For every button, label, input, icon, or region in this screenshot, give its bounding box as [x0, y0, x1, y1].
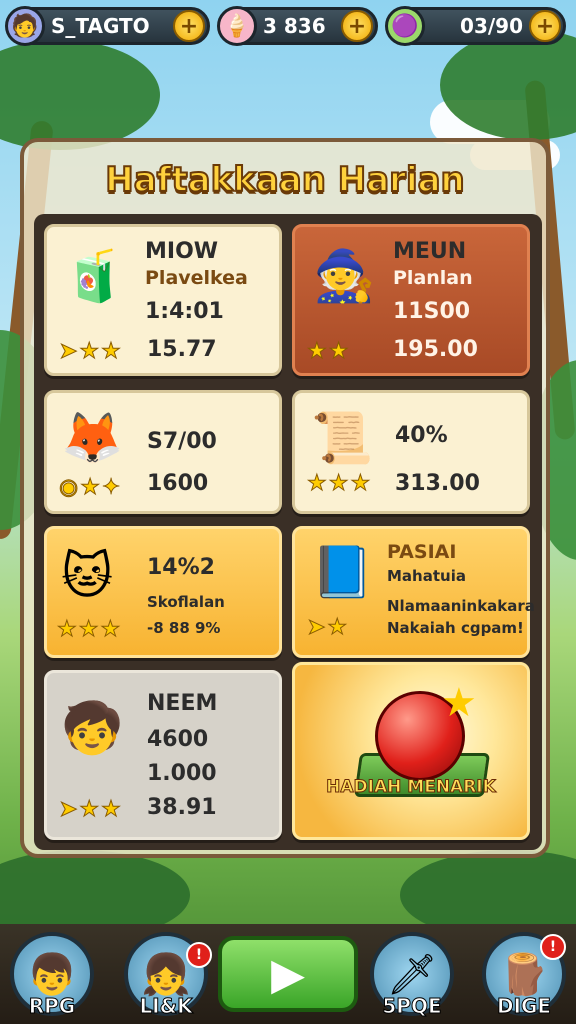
card-subtitle: Mahatuia [387, 567, 466, 585]
stars-rating: ★★★ [56, 617, 123, 643]
card-stat: 38.91 [147, 795, 217, 820]
reward-card-6[interactable]: 📘 PASIAI Mahatuia ➤★ Nlamaaninkakara Nak… [292, 526, 535, 658]
card-value: Nlamaaninkakara [387, 597, 535, 615]
reward-card-5[interactable]: 🐱 14%2 Skoflalan ★★★ -8 88 9% [44, 526, 282, 658]
reward-card-1[interactable]: 🧃 MIOW Plavelkea 1:4:01 ➤★★ 15.77 [44, 224, 282, 376]
cat-pet-icon: 🐱 [61, 547, 114, 605]
gem-jar-icon: 🟣 [385, 6, 425, 46]
card-title: 14%2 [147, 555, 215, 580]
play-button[interactable]: ▶ [218, 936, 358, 1012]
sword-icon: 🗡 [386, 951, 438, 998]
add-button[interactable]: + [173, 10, 205, 42]
currency-panel[interactable]: 🍦 3 836 + [217, 6, 378, 46]
card-subtitle: Plavelkea [145, 267, 248, 289]
ice-cream-icon: 🍦 [217, 6, 257, 46]
reward-card-7[interactable]: 🧒 NEEM 4600 1.000 ➤★★ 38.91 [44, 670, 282, 840]
card-stat: 313.00 [395, 471, 480, 496]
special-reward-card[interactable]: ★ HADIAH MENARIK [292, 662, 530, 840]
card-stat: -8 88 9% [147, 619, 221, 637]
stars-rating: ★★★ [306, 471, 373, 497]
stars-rating: ➤★★ [59, 797, 123, 823]
card-stat: 15.77 [147, 337, 217, 362]
card-title: MIOW [145, 239, 219, 264]
kid-phone-icon: 🧒 [61, 699, 124, 757]
nav-dige-label: DIGE [496, 994, 552, 1019]
player-avatar-icon: 🧑 [5, 6, 45, 46]
stars-rating: ➤★★ [59, 339, 123, 365]
card-stat: 1600 [147, 471, 209, 496]
card-value: 1:4:01 [145, 299, 224, 324]
reward-label: HADIAH MENARIK [326, 777, 497, 798]
wood-log-icon: 🪵 [499, 951, 549, 998]
girl-avatar-icon: 👧 [141, 951, 191, 998]
card-value: S7/00 [147, 429, 217, 454]
currency2-value: 03/90 [460, 14, 523, 38]
star-icon: ★ [441, 680, 477, 726]
reward-card-3[interactable]: 🦊 S7/00 ◉★✦ 1600 [44, 390, 282, 514]
top-bar: 🧑 S_TAGTO + 🍦 3 836 + 🟣 03/90 + [5, 6, 570, 46]
reward-card-2[interactable]: 🧙 MEUN Planlan 11S00 ★★ 195.00 [292, 224, 530, 376]
card-title: PASIAI [387, 541, 457, 563]
boy-avatar-icon: 👦 [27, 951, 77, 998]
nav-rpg-label: RPG [28, 994, 76, 1019]
stars-rating: ◉★✦ [58, 475, 123, 501]
play-icon: ▶ [271, 948, 305, 1000]
fox-pet-icon: 🦊 [61, 409, 124, 467]
juice-cup-icon: 🧃 [63, 247, 126, 305]
card-value: 40% [395, 423, 448, 448]
card-subtitle: Planlan [393, 267, 473, 289]
currency1-value: 3 836 [263, 14, 326, 38]
add-currency2-button[interactable]: + [529, 10, 561, 42]
notification-badge: ! [540, 934, 566, 960]
player-panel[interactable]: 🧑 S_TAGTO + [5, 6, 210, 46]
stars-rating: ➤★ [306, 615, 350, 641]
hero-character-icon: 🧙 [313, 247, 376, 305]
card-book-icon: 📘 [311, 543, 374, 601]
add-currency1-button[interactable]: + [341, 10, 373, 42]
nav-spqe-label: 5PQE [382, 994, 442, 1019]
card-value: 4600 [147, 727, 209, 752]
rewards-grid: 🧃 MIOW Plavelkea 1:4:01 ➤★★ 15.77 🧙 MEUN… [34, 214, 542, 850]
card-subtitle: Skoflalan [147, 593, 225, 611]
card-title: NEEM [147, 691, 218, 716]
player-name: S_TAGTO [51, 14, 150, 38]
nav-link-label: LI&K [139, 994, 193, 1019]
notification-badge: ! [186, 942, 212, 968]
card-stat2: 1.000 [147, 761, 217, 786]
gem-panel[interactable]: 🟣 03/90 + [385, 6, 566, 46]
daily-rewards-board: Haftakkaan Harian 🧃 MIOW Plavelkea 1:4:0… [20, 138, 550, 858]
card-stat: 195.00 [393, 337, 478, 362]
scroll-item-icon: 📜 [311, 409, 374, 467]
card-stat: Nakaiah cgpam! [387, 619, 524, 637]
reward-card-4[interactable]: 📜 40% ★★★ 313.00 [292, 390, 530, 514]
card-value: 11S00 [393, 299, 471, 324]
board-title: Haftakkaan Harian [104, 159, 466, 201]
stars-rating: ★★ [306, 339, 351, 365]
card-title: MEUN [393, 239, 467, 264]
bottom-nav: 👦 RPG 👧 ! LI&K ▶ 🗡 5PQE 🪵 ! DIGE [0, 924, 576, 1024]
